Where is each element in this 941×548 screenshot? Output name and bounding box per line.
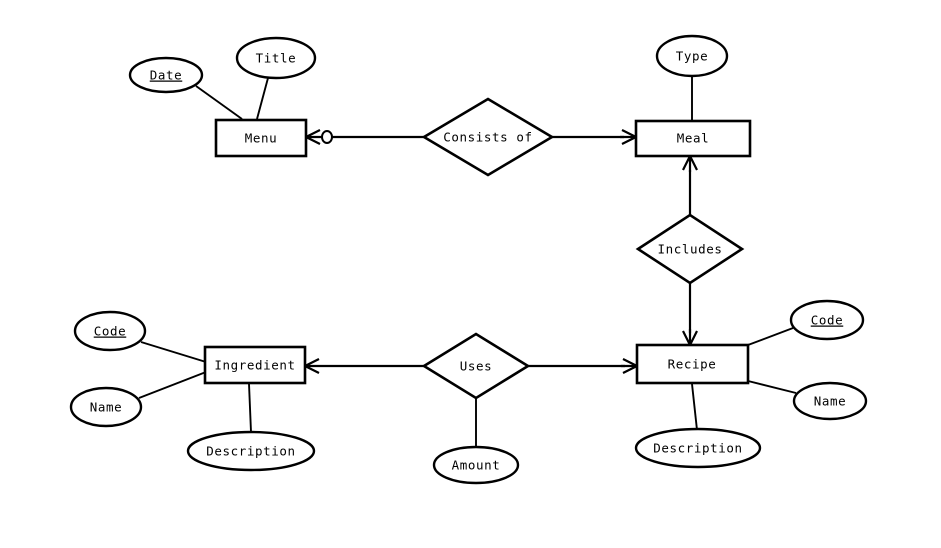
connector-ingredient-description [248, 383, 252, 433]
cardinality-meal-includes-many [682, 155, 698, 172]
attribute-menu-date-label: Date [150, 68, 183, 83]
relationship-includes-label: Includes [657, 242, 722, 257]
cardinality-recipe-uses-many [621, 358, 638, 374]
attribute-meal-type-label: Type [676, 49, 709, 64]
er-diagram-canvas: Consists of Includes Uses Menu Meal Ingr… [0, 0, 941, 548]
attribute-ingredient-name[interactable]: Name [69, 386, 143, 428]
cardinality-menu-zero-or-many [305, 129, 333, 145]
relationship-uses[interactable]: Uses [421, 332, 531, 400]
attribute-ingredient-code[interactable]: Code [73, 310, 147, 352]
cardinality-meal-many [620, 129, 637, 145]
connector-ingredient-code [140, 341, 207, 363]
entity-ingredient-label: Ingredient [214, 358, 295, 373]
entity-meal[interactable]: Meal [634, 119, 752, 158]
attribute-recipe-description[interactable]: Description [634, 427, 762, 469]
attribute-recipe-name[interactable]: Name [792, 381, 868, 421]
attribute-uses-amount[interactable]: Amount [432, 445, 520, 485]
entity-recipe[interactable]: Recipe [635, 343, 750, 385]
connector-recipe-name [747, 380, 797, 394]
connector-menu-date [195, 85, 243, 120]
attribute-menu-title[interactable]: Title [235, 36, 317, 80]
attribute-recipe-description-label: Description [653, 441, 742, 456]
attribute-ingredient-name-label: Name [90, 400, 123, 415]
entity-menu[interactable]: Menu [214, 118, 308, 158]
connector-recipe-description [691, 383, 698, 431]
entity-menu-label: Menu [245, 131, 278, 146]
entity-meal-label: Meal [677, 131, 710, 146]
attribute-recipe-code[interactable]: Code [789, 299, 865, 341]
connector-recipe-code [747, 327, 794, 346]
attribute-ingredient-code-label: Code [94, 324, 127, 339]
attribute-meal-type[interactable]: Type [655, 34, 729, 78]
attribute-recipe-code-label: Code [811, 313, 844, 328]
entity-ingredient[interactable]: Ingredient [203, 345, 307, 385]
cardinality-recipe-includes-many [682, 329, 698, 346]
relationship-includes[interactable]: Includes [635, 213, 745, 285]
attribute-ingredient-description[interactable]: Description [186, 430, 316, 472]
entity-recipe-label: Recipe [668, 357, 717, 372]
relationship-consists-of[interactable]: Consists of [421, 97, 555, 177]
attribute-recipe-name-label: Name [814, 394, 847, 409]
relationship-uses-label: Uses [460, 359, 493, 374]
attribute-uses-amount-label: Amount [452, 458, 501, 473]
connector-menu-title [256, 77, 269, 120]
attribute-menu-title-label: Title [256, 51, 297, 66]
attribute-ingredient-description-label: Description [206, 444, 295, 459]
connector-ingredient-name [138, 371, 207, 399]
cardinality-ingredient-many [304, 358, 321, 374]
er-diagram-svg: Consists of Includes Uses Menu Meal Ingr… [69, 34, 868, 485]
attribute-menu-date[interactable]: Date [128, 56, 204, 94]
relationship-consists-of-label: Consists of [443, 130, 532, 145]
